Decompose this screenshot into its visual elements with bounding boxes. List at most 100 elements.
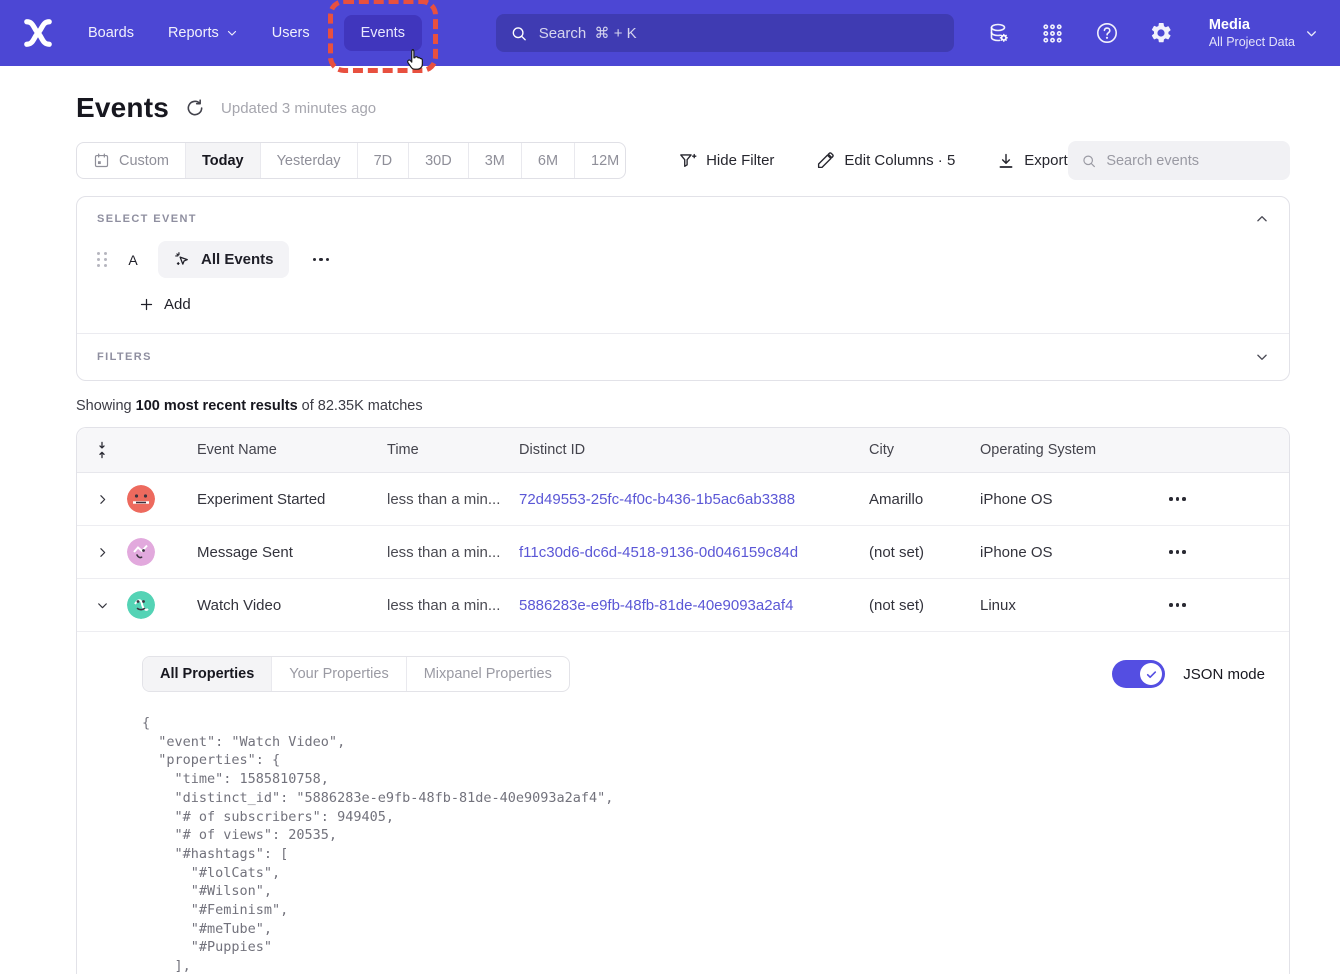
date-range-3m[interactable]: 3M (468, 143, 521, 178)
search-events-input[interactable] (1106, 153, 1277, 169)
cell-os: iPhone OS (980, 491, 1130, 508)
tab-mixpanel-properties[interactable]: Mixpanel Properties (406, 657, 569, 691)
edit-columns-button[interactable]: Edit Columns · 5 (816, 151, 955, 170)
date-range-yesterday[interactable]: Yesterday (260, 143, 357, 178)
collapse-row-chevron-down-icon[interactable] (77, 599, 127, 612)
table-row[interactable]: Message Sent less than a min... f11c30d6… (77, 526, 1289, 579)
refresh-button[interactable] (185, 98, 205, 118)
cell-city: (not set) (869, 597, 980, 614)
event-row-letter: A (128, 252, 138, 268)
table-row[interactable]: Experiment Started less than a min... 72… (77, 473, 1289, 526)
page-title: Events (76, 92, 169, 124)
date-range-7d-label: 7D (374, 153, 393, 169)
settings-gear-icon[interactable] (1149, 21, 1173, 45)
search-events-field[interactable] (1068, 141, 1290, 180)
cell-city: Amarillo (869, 491, 980, 508)
date-range-30d[interactable]: 30D (408, 143, 468, 178)
row-menu-button[interactable] (1165, 493, 1190, 505)
project-switcher[interactable]: Media All Project Data (1209, 16, 1318, 50)
project-scope: All Project Data (1209, 34, 1295, 50)
toggle-knob (1140, 663, 1162, 685)
row-menu-button[interactable] (1165, 546, 1190, 558)
summary-suffix: of 82.35K matches (298, 398, 423, 414)
expand-row-chevron-right-icon[interactable] (77, 546, 127, 559)
export-button[interactable]: Export (997, 152, 1067, 170)
collapse-all-rows-button[interactable] (77, 441, 127, 459)
filter-icon (678, 151, 697, 170)
date-range-6m[interactable]: 6M (521, 143, 574, 178)
cell-city: (not set) (869, 544, 980, 561)
global-search-input[interactable] (539, 25, 940, 42)
date-range-today[interactable]: Today (185, 143, 260, 178)
nav-item-users[interactable]: Users (272, 25, 310, 41)
cell-time: less than a min... (387, 491, 519, 508)
column-header-city[interactable]: City (869, 442, 980, 458)
column-header-os[interactable]: Operating System (980, 442, 1130, 458)
summary-count: 100 most recent results (136, 398, 298, 414)
date-range-custom[interactable]: Custom (77, 143, 185, 178)
event-selector-all-events[interactable]: All Events (158, 241, 289, 278)
column-header-event-name[interactable]: Event Name (183, 442, 387, 458)
expand-row-chevron-right-icon[interactable] (77, 493, 127, 506)
nav-item-events[interactable]: Events (344, 15, 422, 51)
apps-grid-icon[interactable] (1041, 21, 1065, 45)
nav-item-reports-label: Reports (168, 25, 219, 41)
nav-item-boards-label: Boards (88, 25, 134, 41)
filters-section-header[interactable]: FILTERS (77, 334, 1289, 380)
select-event-label: SELECT EVENT (97, 213, 197, 225)
cell-os: Linux (980, 597, 1130, 614)
nav-item-users-label: Users (272, 25, 310, 41)
date-range-segmented-control: Custom Today Yesterday 7D 30D 3M 6M 12M (76, 142, 626, 179)
tab-your-properties[interactable]: Your Properties (271, 657, 405, 691)
date-range-6m-label: 6M (538, 153, 558, 169)
date-range-12m[interactable]: 12M (574, 143, 626, 178)
cell-distinct-id-link[interactable]: f11c30d6-dc6d-4518-9136-0d046159c84d (519, 544, 869, 561)
event-cursor-sparkle-icon (173, 250, 192, 269)
table-header-row: Event Name Time Distinct ID City Operati… (77, 428, 1289, 473)
last-updated-text: Updated 3 minutes ago (221, 100, 376, 117)
help-icon[interactable] (1095, 21, 1119, 45)
row-menu-button[interactable] (1165, 599, 1190, 611)
column-header-distinct-id[interactable]: Distinct ID (519, 442, 869, 458)
collapse-section-chevron-up-icon[interactable] (1255, 212, 1269, 226)
cell-event-name: Message Sent (183, 544, 387, 561)
event-avatar-icon (127, 591, 155, 619)
hide-filter-button[interactable]: Hide Filter (678, 151, 774, 170)
cell-time: less than a min... (387, 597, 519, 614)
nav-item-reports[interactable]: Reports (168, 25, 238, 41)
date-range-7d[interactable]: 7D (357, 143, 409, 178)
nav-item-events-label: Events (344, 15, 422, 51)
event-selector-label: All Events (201, 251, 274, 268)
drag-handle-icon[interactable] (97, 252, 108, 267)
event-row-more-button[interactable] (309, 254, 334, 266)
date-range-30d-label: 30D (425, 153, 452, 169)
hide-filter-label: Hide Filter (706, 152, 774, 169)
add-event-button[interactable]: Add (139, 296, 191, 313)
json-mode-toggle[interactable] (1112, 660, 1165, 688)
expand-section-chevron-down-icon (1255, 350, 1269, 364)
properties-tabs: All Properties Your Properties Mixpanel … (142, 656, 570, 692)
plus-icon (139, 297, 154, 312)
event-avatar-icon (127, 485, 155, 513)
cell-distinct-id-link[interactable]: 72d49553-25fc-4f0c-b436-1b5ac6ab3388 (519, 491, 869, 508)
summary-prefix: Showing (76, 398, 136, 414)
filters-label: FILTERS (97, 351, 152, 363)
global-search[interactable] (496, 14, 954, 52)
cell-distinct-id-link[interactable]: 5886283e-e9fb-48fb-81de-40e9093a2af4 (519, 597, 869, 614)
nav-item-boards[interactable]: Boards (88, 25, 134, 41)
cell-time: less than a min... (387, 544, 519, 561)
events-table: Event Name Time Distinct ID City Operati… (76, 427, 1290, 974)
event-json-viewer: { "event": "Watch Video", "properties": … (142, 714, 1265, 974)
query-builder-card: SELECT EVENT A All Events (76, 196, 1290, 381)
cell-event-name: Watch Video (183, 597, 387, 614)
edit-columns-label: Edit Columns · 5 (844, 152, 955, 169)
mixpanel-logo-icon[interactable] (20, 15, 56, 51)
date-range-today-label: Today (202, 153, 244, 169)
tab-all-properties[interactable]: All Properties (143, 657, 271, 691)
results-summary: Showing 100 most recent results of 82.35… (76, 398, 1290, 414)
calendar-icon (93, 152, 110, 169)
column-header-time[interactable]: Time (387, 442, 519, 458)
pencil-icon (816, 151, 835, 170)
data-management-icon[interactable] (987, 21, 1011, 45)
table-row-expanded[interactable]: Watch Video less than a min... 5886283e-… (77, 579, 1289, 632)
